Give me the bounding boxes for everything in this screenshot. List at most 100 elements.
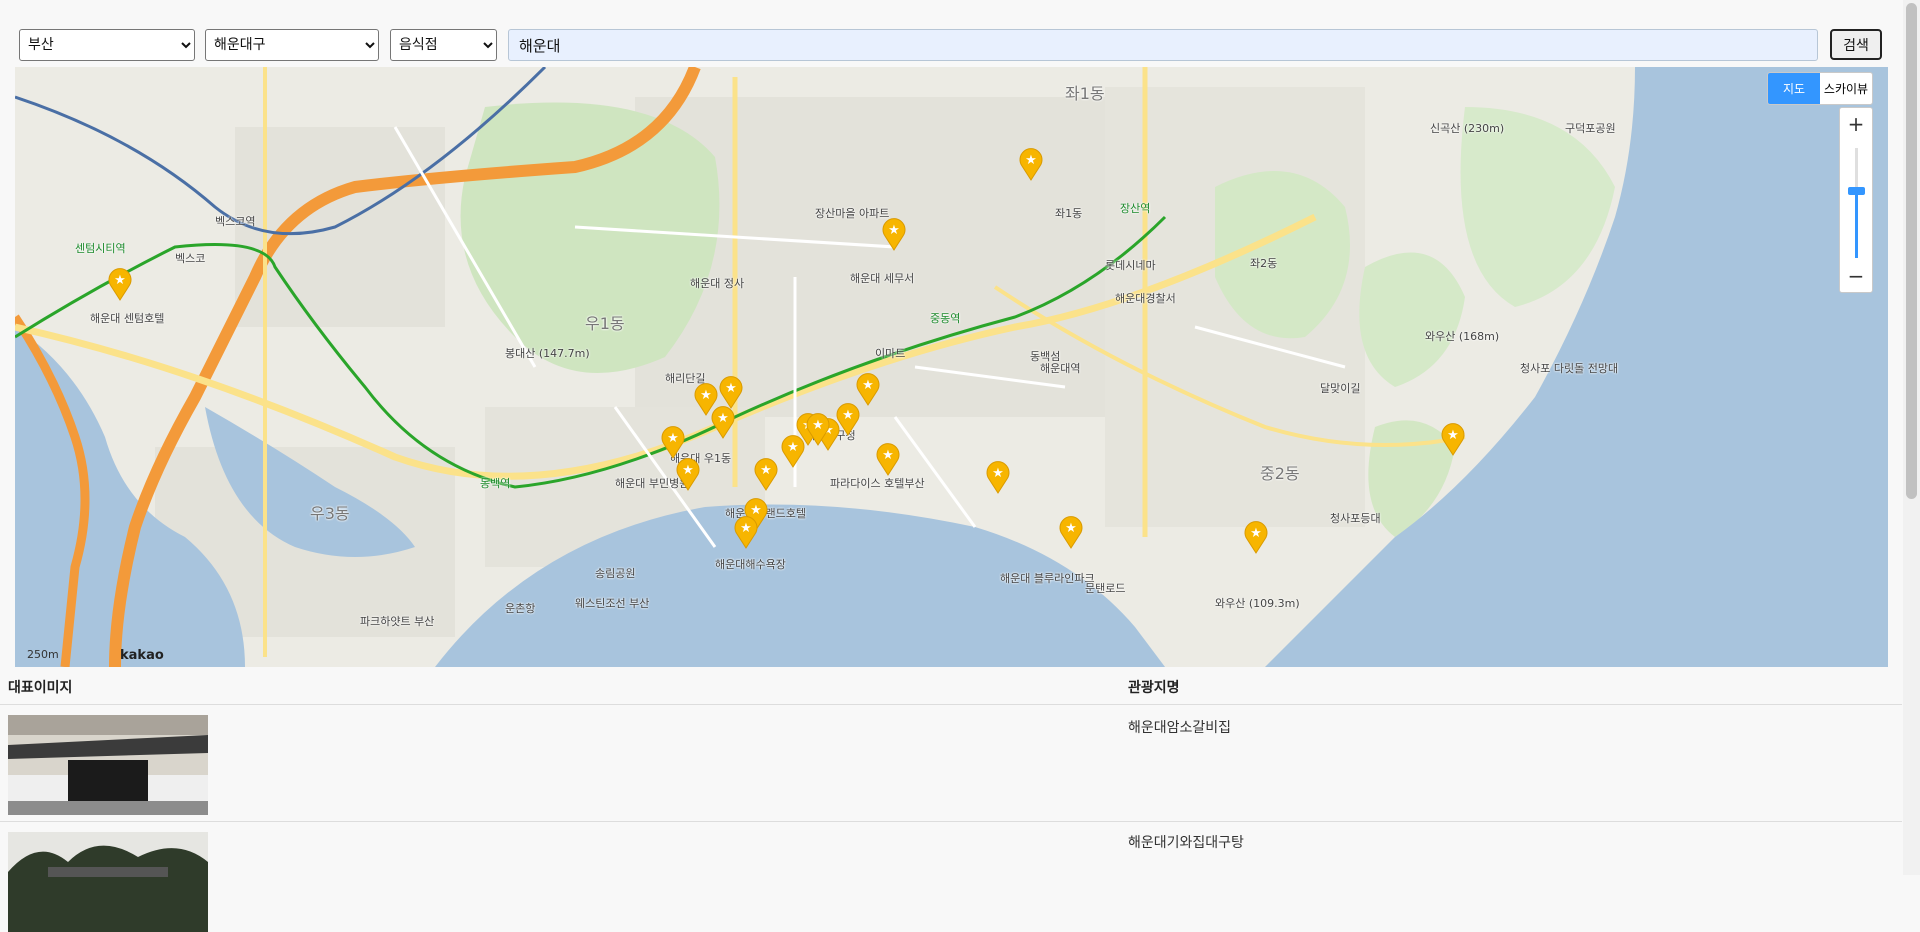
city-select[interactable]: 부산 bbox=[19, 29, 195, 61]
svg-text:★: ★ bbox=[667, 431, 679, 446]
map-label: 좌1동 bbox=[1065, 84, 1105, 103]
map-label: 해운대 센텀호텔 bbox=[90, 312, 165, 325]
map-label: 동백역 bbox=[480, 477, 511, 490]
svg-text:★: ★ bbox=[682, 463, 694, 478]
page-scrollbar[interactable] bbox=[1903, 0, 1920, 875]
star-marker-icon[interactable]: ★ bbox=[1440, 422, 1466, 456]
zoom-control: + − bbox=[1839, 107, 1873, 293]
svg-text:★: ★ bbox=[700, 388, 712, 403]
star-marker-icon[interactable]: ★ bbox=[718, 375, 744, 409]
star-marker-icon[interactable]: ★ bbox=[805, 412, 831, 446]
map-label: 해운대 정사 bbox=[690, 277, 745, 290]
svg-text:★: ★ bbox=[114, 273, 126, 288]
map-label: 해운대해수욕장 bbox=[715, 558, 786, 571]
svg-text:★: ★ bbox=[882, 448, 894, 463]
table-row[interactable]: 해운대기와집대구탕 bbox=[0, 822, 1902, 932]
map-label: 롯데시네마 bbox=[1105, 259, 1156, 272]
star-marker-icon[interactable]: ★ bbox=[733, 515, 759, 549]
svg-text:★: ★ bbox=[725, 381, 737, 396]
svg-text:★: ★ bbox=[1250, 526, 1262, 541]
svg-text:★: ★ bbox=[1065, 521, 1077, 536]
svg-text:★: ★ bbox=[842, 408, 854, 423]
map-label: 구덕포공원 bbox=[1565, 122, 1616, 135]
map-label: 이마트 bbox=[875, 347, 906, 360]
zoom-level-fill bbox=[1855, 192, 1858, 258]
svg-text:★: ★ bbox=[760, 463, 772, 478]
star-marker-icon[interactable]: ★ bbox=[710, 405, 736, 439]
svg-text:★: ★ bbox=[888, 223, 900, 238]
category-select[interactable]: 음식점 bbox=[390, 29, 497, 61]
star-marker-icon[interactable]: ★ bbox=[780, 434, 806, 468]
header-name: 관광지명 bbox=[1128, 680, 1180, 696]
star-marker-icon[interactable]: ★ bbox=[875, 442, 901, 476]
map-label: 해운대역 bbox=[1040, 362, 1081, 375]
map-label: 웨스틴조선 부산 bbox=[575, 597, 650, 610]
zoom-slider-handle[interactable] bbox=[1848, 187, 1865, 195]
table-header: 대표이미지 관광지명 bbox=[0, 667, 1902, 705]
place-name[interactable]: 해운대암소갈비집 bbox=[1128, 717, 1231, 737]
zoom-in-button[interactable]: + bbox=[1840, 108, 1872, 140]
map-label: 신곡산 (230m) bbox=[1430, 122, 1505, 135]
map-label: 운촌항 bbox=[505, 602, 536, 615]
map-label: 봉대산 (147.7m) bbox=[505, 347, 590, 360]
results-table: 대표이미지 관광지명 해운대암소갈비집 해운대기와집대구탕 bbox=[0, 667, 1902, 932]
star-marker-icon[interactable]: ★ bbox=[675, 457, 701, 491]
map-label: 해운대경찰서 bbox=[1115, 292, 1176, 305]
map-label: 중동역 bbox=[930, 312, 961, 325]
star-marker-icon[interactable]: ★ bbox=[881, 217, 907, 251]
map-label: 중2동 bbox=[1260, 464, 1300, 483]
search-bar: 부산 해운대구 음식점 검색 bbox=[0, 0, 1902, 66]
star-marker-icon[interactable]: ★ bbox=[1058, 515, 1084, 549]
map-label: 송림공원 bbox=[595, 567, 636, 580]
zoom-out-button[interactable]: − bbox=[1840, 260, 1872, 292]
svg-text:★: ★ bbox=[740, 521, 752, 536]
map-scale: 250m bbox=[27, 648, 59, 661]
map-label: 청사포등대 bbox=[1330, 512, 1381, 525]
map-label: 벡스코역 bbox=[215, 215, 256, 228]
map-type-roadmap[interactable]: 지도 bbox=[1768, 73, 1820, 104]
svg-text:★: ★ bbox=[717, 411, 729, 426]
svg-text:★: ★ bbox=[992, 466, 1004, 481]
map-label: 해운대 세무서 bbox=[850, 272, 915, 285]
map-label: 파크하얏트 부산 bbox=[360, 615, 435, 628]
map-label: 청사포 다릿돌 전망대 bbox=[1520, 362, 1619, 375]
map-label: 동백섬 bbox=[1030, 350, 1061, 363]
map-label: 문탠로드 bbox=[1085, 582, 1126, 595]
map-label: 파라다이스 호텔부산 bbox=[830, 477, 925, 490]
star-marker-icon[interactable]: ★ bbox=[107, 267, 133, 301]
map-type-control: 지도 스카이뷰 bbox=[1767, 72, 1873, 105]
map-label: 달맞이길 bbox=[1320, 382, 1361, 395]
svg-text:★: ★ bbox=[812, 418, 824, 433]
keyword-input[interactable] bbox=[508, 29, 1818, 61]
map-label: 와우산 (168m) bbox=[1425, 330, 1500, 343]
svg-text:★: ★ bbox=[1447, 428, 1459, 443]
star-marker-icon[interactable]: ★ bbox=[1243, 520, 1269, 554]
place-name[interactable]: 해운대기와집대구탕 bbox=[1128, 832, 1244, 852]
search-button[interactable]: 검색 bbox=[1830, 29, 1882, 60]
star-marker-icon[interactable]: ★ bbox=[835, 402, 861, 436]
map-label: 좌1동 bbox=[1055, 207, 1083, 220]
district-select[interactable]: 해운대구 bbox=[205, 29, 379, 61]
star-marker-icon[interactable]: ★ bbox=[1018, 147, 1044, 181]
star-marker-icon[interactable]: ★ bbox=[753, 457, 779, 491]
svg-text:★: ★ bbox=[787, 440, 799, 455]
thumbnail-image bbox=[8, 715, 208, 815]
map-label: 센텀시티역 bbox=[75, 242, 126, 255]
map-type-skyview[interactable]: 스카이뷰 bbox=[1820, 73, 1872, 104]
star-marker-icon[interactable]: ★ bbox=[660, 425, 686, 459]
table-row[interactable]: 해운대암소갈비집 bbox=[0, 705, 1902, 822]
map-label: 우3동 bbox=[310, 504, 350, 523]
scrollbar-thumb[interactable] bbox=[1906, 3, 1917, 499]
kakao-logo: kakao bbox=[120, 648, 164, 663]
svg-text:★: ★ bbox=[1025, 153, 1037, 168]
map-view[interactable]: 파크하얏트 부산 해운대역 중동역 장산역 벡스코역 센텀시티역 동백역 해운대… bbox=[15, 67, 1888, 667]
header-image: 대표이미지 bbox=[8, 680, 73, 696]
map-label: 와우산 (109.3m) bbox=[1215, 597, 1300, 610]
map-label: 장산마을 아파트 bbox=[815, 207, 890, 220]
svg-text:★: ★ bbox=[862, 378, 874, 393]
map-label: 해운대 블루라인파크 bbox=[1000, 572, 1095, 585]
star-marker-icon[interactable]: ★ bbox=[855, 372, 881, 406]
map-label: 우1동 bbox=[585, 314, 625, 333]
star-marker-icon[interactable]: ★ bbox=[985, 460, 1011, 494]
map-label: 장산역 bbox=[1120, 202, 1151, 215]
